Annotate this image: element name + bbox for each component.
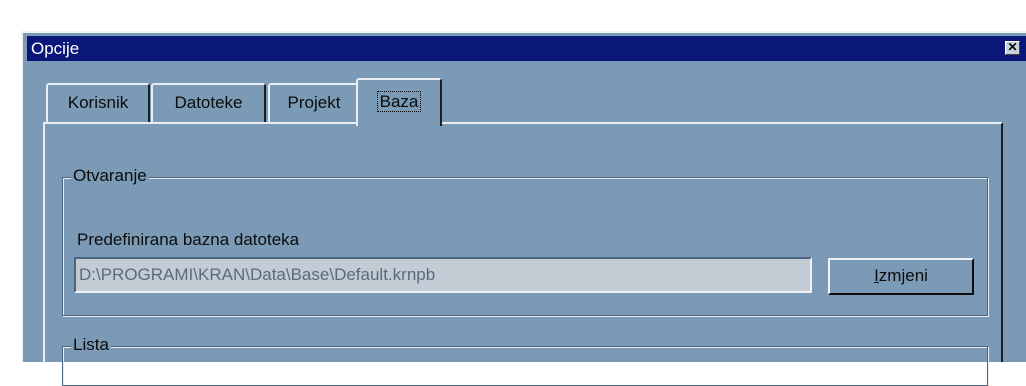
tab-label: Baza [376,91,422,112]
tab-datoteke[interactable]: Datoteke [151,83,266,123]
tab-label: Datoteke [174,93,243,112]
default-database-path-field[interactable] [74,257,812,293]
tab-baza[interactable]: Baza [356,78,442,126]
tab-label: Projekt [287,93,341,112]
close-button[interactable]: ✕ [1005,41,1020,55]
title-bar[interactable]: Opcije ✕ [27,36,1026,61]
change-button[interactable]: Izmjeni [828,258,974,295]
close-icon: ✕ [1007,40,1018,54]
group-legend: Otvaranje [71,166,149,186]
tab-korisnik[interactable]: Korisnik [46,83,150,123]
default-database-label: Predefinirana bazna datoteka [77,230,300,249]
group-lista: Lista [62,335,988,386]
window-title: Opcije [31,39,80,58]
tab-label: Korisnik [67,93,129,112]
button-label-rest: zmjeni [878,266,928,285]
group-legend: Lista [71,335,111,355]
tab-projekt[interactable]: Projekt [268,83,360,123]
